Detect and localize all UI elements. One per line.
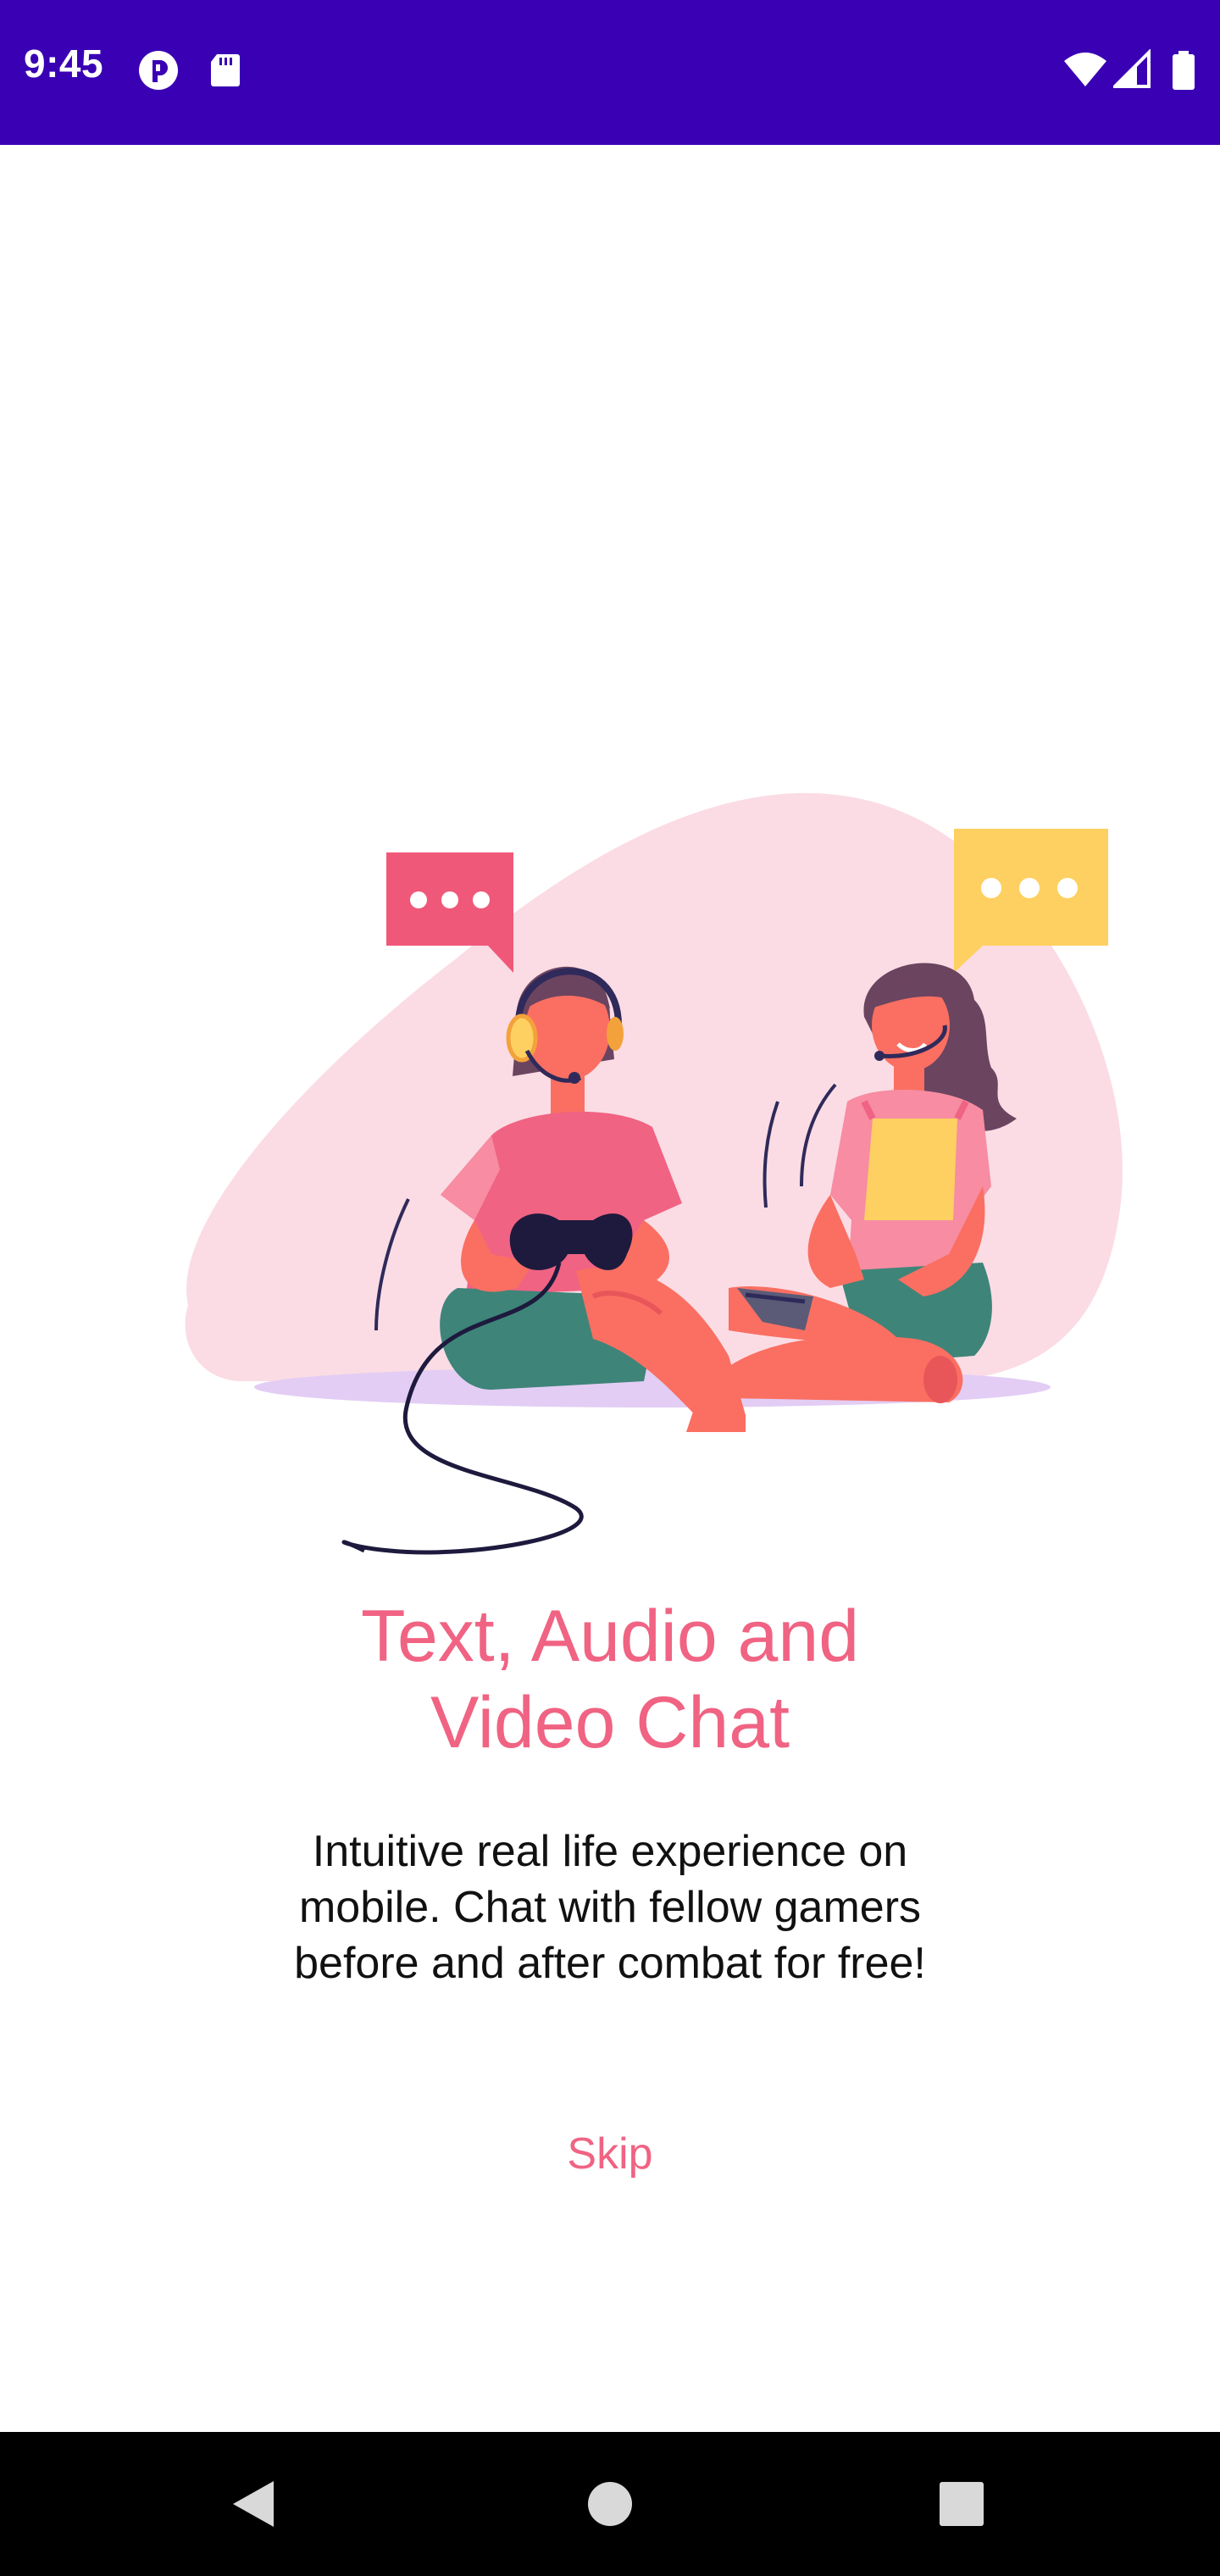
battery-icon <box>1169 49 1198 92</box>
status-bar: 9:45 <box>0 0 1220 145</box>
recents-icon[interactable] <box>923 2466 1000 2542</box>
onboarding-screen: 9:45 Text, Audio and Video Chat Intuitiv… <box>0 0 1220 2576</box>
skip-button[interactable]: Skip <box>525 2120 695 2188</box>
onboarding-title: Text, Audio and Video Chat <box>0 1593 1220 1766</box>
onboarding-description: Intuitive real life experience on mobile… <box>294 1827 926 1988</box>
title-line-1: Text, Audio and <box>360 1596 860 1677</box>
navigation-bar <box>0 2432 1220 2576</box>
status-time: 9:45 <box>24 42 104 86</box>
back-icon[interactable] <box>216 2466 292 2542</box>
sd-card-icon <box>203 49 246 92</box>
cell-signal-icon <box>1113 49 1151 92</box>
assistant-icon <box>137 49 180 92</box>
title-line-2: Video Chat <box>430 1682 790 1763</box>
gamers-chat-illustration <box>136 746 1135 1644</box>
home-icon[interactable] <box>572 2466 648 2542</box>
wifi-icon <box>1062 49 1108 92</box>
